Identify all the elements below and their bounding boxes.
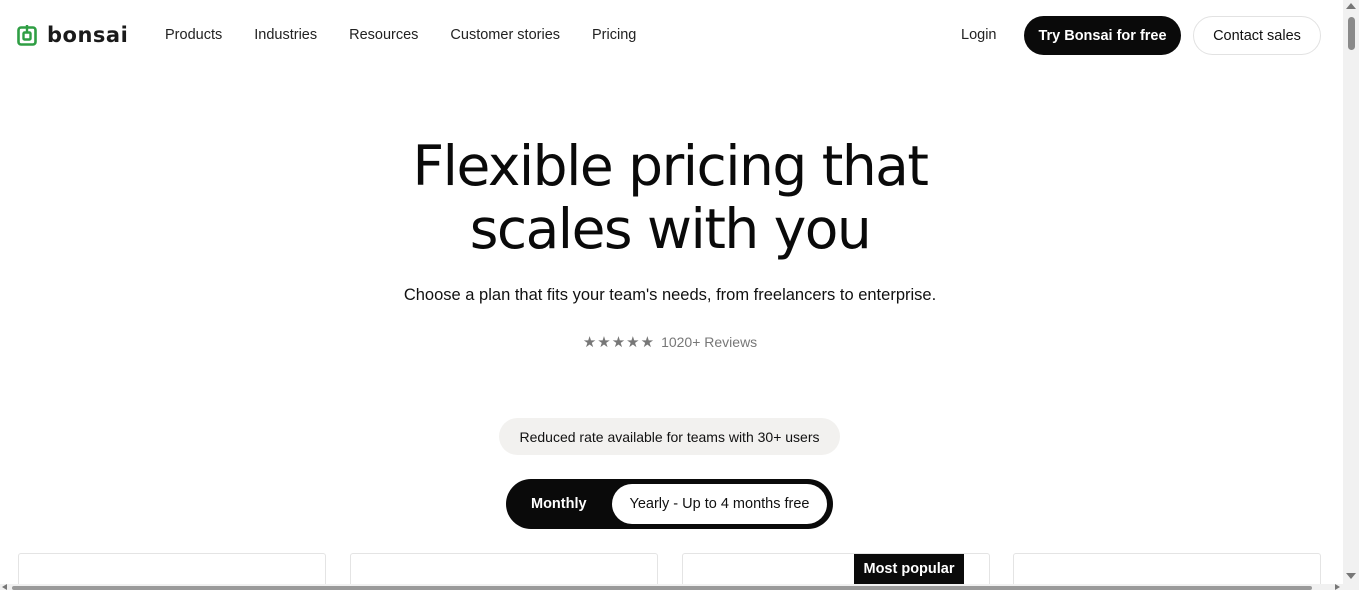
reviews-count: 1020+ Reviews [661,334,758,350]
bonsai-logo[interactable]: bonsai [17,23,128,47]
nav-link-resources[interactable]: Resources [349,27,418,43]
page-title-line-1: Flexible pricing that [412,134,929,198]
reviews-summary: ★★★★★ 1020+ Reviews [0,333,1340,351]
vertical-scrollbar[interactable] [1343,0,1359,590]
toggle-monthly[interactable]: Monthly [531,479,587,529]
brand-name: bonsai [47,23,129,47]
nav-link-pricing[interactable]: Pricing [592,27,636,43]
scroll-right-arrow-icon[interactable] [1335,584,1340,590]
page-title: Flexible pricing that scales with you [0,135,1340,261]
billing-period-toggle: Monthly Yearly - Up to 4 months free [506,479,833,529]
scroll-left-arrow-icon[interactable] [2,584,7,590]
try-bonsai-free-button[interactable]: Try Bonsai for free [1024,16,1181,55]
star-rating-icon: ★★★★★ [582,334,656,351]
vertical-scroll-thumb[interactable] [1348,17,1355,50]
nav-links: Products Industries Resources Customer s… [165,27,668,43]
nav-link-products[interactable]: Products [165,27,222,43]
horizontal-scroll-thumb[interactable] [12,586,1312,590]
page-subtitle: Choose a plan that fits your team's need… [403,286,937,304]
reduced-rate-notice: Reduced rate available for teams with 30… [499,418,840,455]
scroll-down-arrow-icon[interactable] [1346,573,1356,579]
bonsai-logo-icon [17,25,37,46]
page-title-line-2: scales with you [469,197,872,261]
most-popular-badge: Most popular [854,554,964,584]
login-link[interactable]: Login [961,27,996,43]
nav-link-industries[interactable]: Industries [254,27,317,43]
horizontal-scrollbar[interactable] [0,584,1343,590]
nav-link-customer-stories[interactable]: Customer stories [450,27,560,43]
contact-sales-button[interactable]: Contact sales [1193,16,1321,55]
toggle-yearly[interactable]: Yearly - Up to 4 months free [612,484,827,524]
top-navigation: bonsai Products Industries Resources Cus… [0,0,1343,70]
scroll-up-arrow-icon[interactable] [1346,3,1356,9]
